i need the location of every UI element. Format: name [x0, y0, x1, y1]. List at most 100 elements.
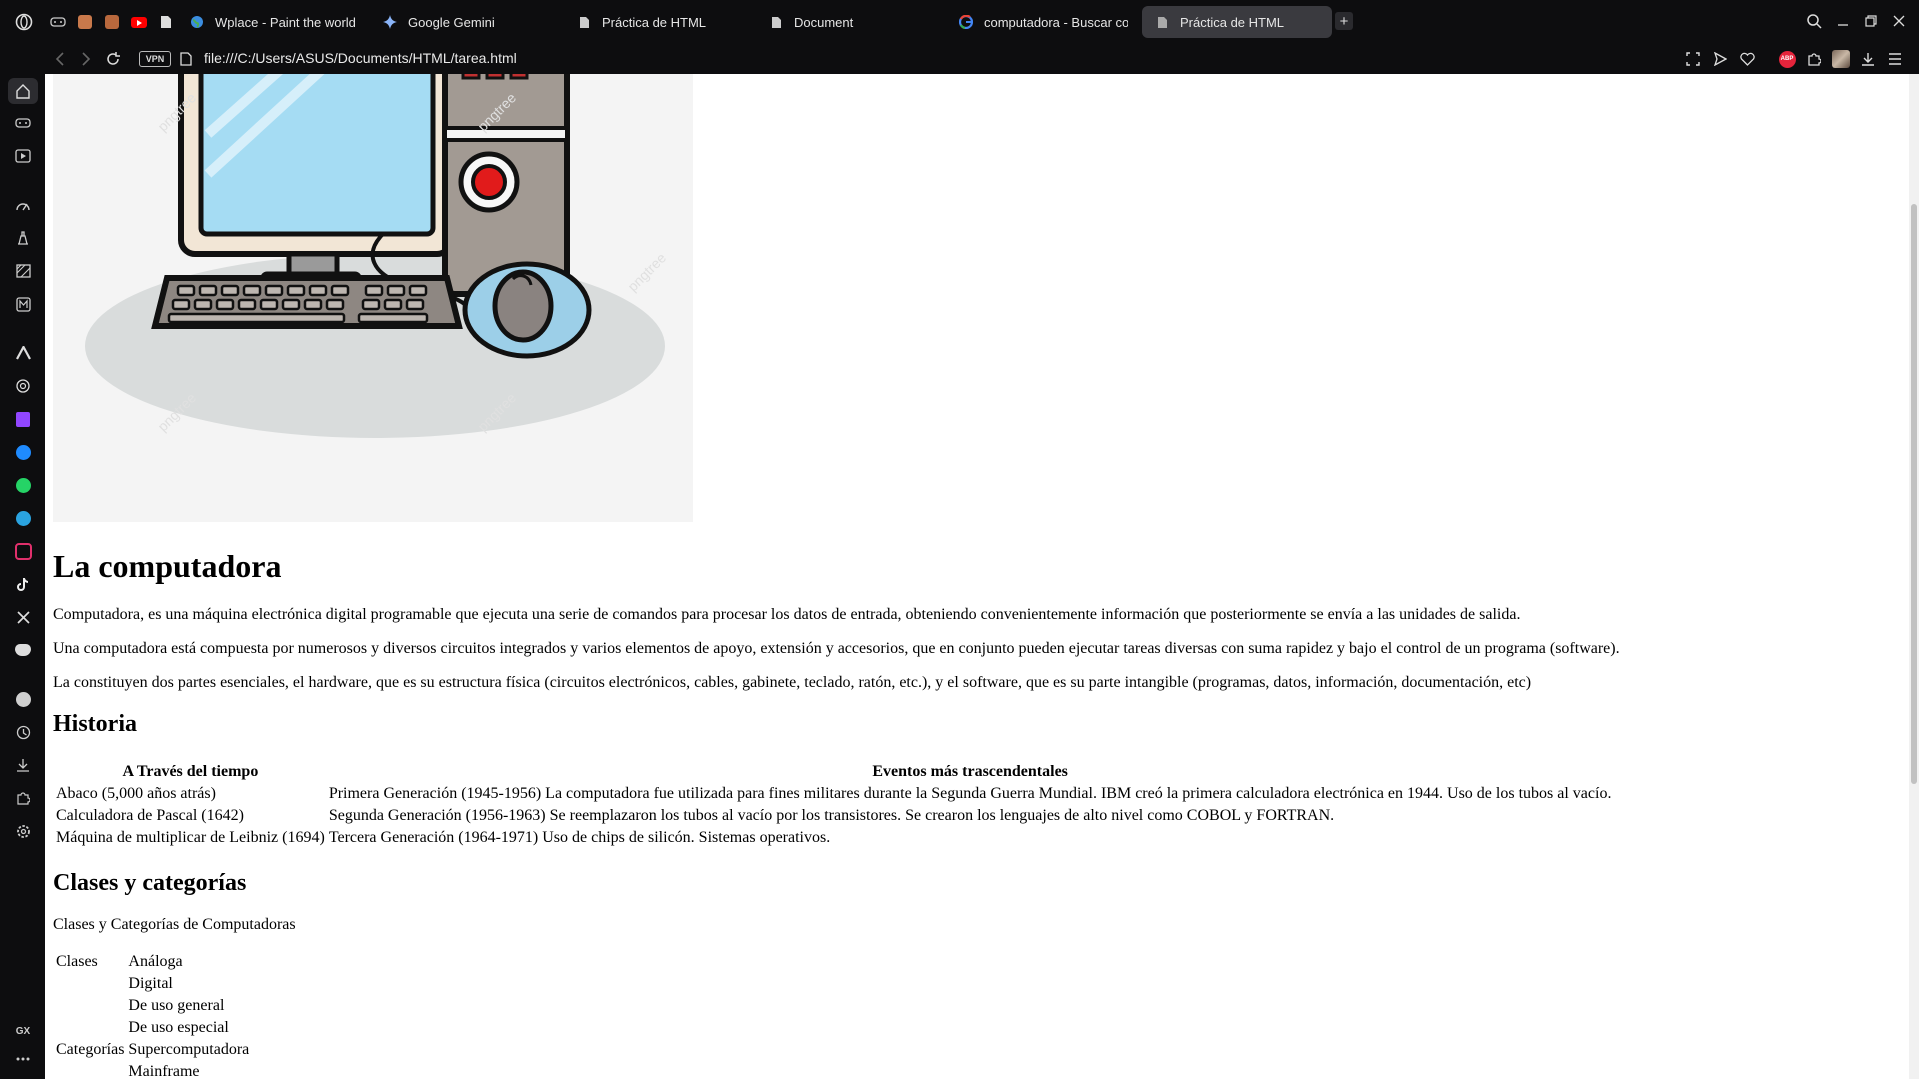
profile-avatar[interactable]	[1831, 49, 1851, 69]
send-icon[interactable]	[1710, 49, 1730, 69]
new-tab-button[interactable]: +	[1335, 12, 1353, 30]
table-cell	[55, 1062, 125, 1079]
computer-illustration-image: pngtree pngtree pngtree pngtree pngtree	[53, 74, 693, 522]
forward-button[interactable]	[76, 49, 96, 69]
table-cell: Calculadora de Pascal (1642)	[56, 807, 244, 824]
downloads-icon[interactable]	[13, 755, 33, 775]
tab-practica-html-active[interactable]: Práctica de HTML	[1142, 6, 1332, 38]
tab-bar: Wplace - Paint the world Google Gemini P…	[0, 0, 1919, 44]
table-row: Digital	[55, 974, 250, 994]
tab-label: Práctica de HTML	[602, 14, 707, 30]
chatgpt-icon[interactable]	[13, 376, 33, 396]
whatsapp-icon[interactable]	[13, 475, 33, 495]
restore-button[interactable]	[1862, 12, 1880, 30]
vpn-badge[interactable]: VPN	[139, 51, 171, 67]
aria-icon[interactable]	[13, 343, 33, 363]
pinned-site-icon[interactable]	[102, 12, 122, 32]
intro-paragraph: Una computadora está compuesta por numer…	[53, 640, 1620, 657]
history-table: A Través del tiempo Eventos más trascend…	[53, 760, 1614, 850]
table-cell	[55, 1018, 125, 1038]
minimize-button[interactable]	[1834, 12, 1852, 30]
gx-corner-label[interactable]: GX	[13, 1021, 33, 1041]
settings-gear-icon[interactable]	[13, 821, 33, 841]
extensions-icon[interactable]	[1804, 49, 1824, 69]
adblock-label: ABP	[1778, 50, 1796, 68]
pinned-site-icon[interactable]	[75, 12, 95, 32]
table-cell: Segunda Generación (1956-1963) Se reempl…	[328, 807, 1335, 824]
instagram-icon[interactable]	[13, 541, 33, 561]
file-icon	[176, 49, 196, 69]
messenger-icon[interactable]	[13, 442, 33, 462]
gamepad-icon[interactable]	[13, 113, 33, 133]
search-tabs-icon[interactable]	[1805, 12, 1823, 30]
table-row: De uso especial	[55, 1018, 250, 1038]
table-row: De uso general	[55, 996, 250, 1016]
table-cell: Categorías	[56, 1041, 125, 1058]
history-icon[interactable]	[13, 722, 33, 742]
gamepad-tab-icon[interactable]	[48, 12, 68, 32]
gemini-sparkle-icon	[382, 14, 398, 30]
globe-icon	[189, 14, 205, 30]
table-row: Máquina de multiplicar de Leibniz (1694)…	[55, 828, 1612, 848]
downloads-icon[interactable]	[1858, 49, 1878, 69]
youtube-icon[interactable]	[129, 12, 149, 32]
x-twitter-icon[interactable]	[13, 607, 33, 627]
close-window-button[interactable]	[1890, 12, 1908, 30]
tab-practica-html[interactable]: Práctica de HTML	[576, 6, 726, 38]
google-icon	[958, 14, 974, 30]
table-cell: De uso especial	[128, 1019, 229, 1036]
classes-caption: Clases y Categorías de Computadoras	[53, 916, 296, 933]
tab-document[interactable]: Document	[768, 6, 918, 38]
snapshot-icon[interactable]	[1683, 49, 1703, 69]
table-cell	[55, 974, 125, 994]
file-icon	[1154, 14, 1170, 30]
file-icon	[768, 14, 784, 30]
gx-mods-icon[interactable]	[13, 294, 33, 314]
extensions-icon[interactable]	[13, 788, 33, 808]
table-cell: Supercomputadora	[128, 1041, 250, 1058]
table-header-row: A Través del tiempo Eventos más trascend…	[55, 762, 1612, 782]
easy-setup-menu-icon[interactable]	[1885, 49, 1905, 69]
table-cell: Abaco (5,000 años atrás)	[56, 785, 216, 802]
gx-control-icon[interactable]	[13, 195, 33, 215]
more-options-icon[interactable]	[13, 1049, 33, 1069]
home-icon[interactable]	[8, 78, 38, 104]
wallpaper-icon[interactable]	[13, 261, 33, 281]
tab-google-search[interactable]: computadora - Buscar co	[958, 6, 1128, 38]
media-player-icon[interactable]	[13, 146, 33, 166]
page-scrollbar[interactable]	[1909, 74, 1919, 1079]
table-cell: De uso general	[128, 997, 225, 1014]
opera-gx-logo-icon[interactable]	[14, 12, 34, 32]
twitch-icon[interactable]	[13, 409, 33, 429]
table-cell: Mainframe	[128, 1063, 200, 1079]
table-cell: Clases	[56, 953, 98, 970]
tab-label: Wplace - Paint the world	[215, 14, 356, 30]
back-button[interactable]	[50, 49, 70, 69]
url-field[interactable]: file:///C:/Users/ASUS/Documents/HTML/tar…	[204, 50, 517, 66]
intro-paragraph: Computadora, es una máquina electrónica …	[53, 606, 1521, 623]
adblock-icon[interactable]: ABP	[1777, 49, 1797, 69]
tab-label: Práctica de HTML	[1180, 14, 1285, 30]
spotify-icon[interactable]	[13, 689, 33, 709]
tab-wplace[interactable]: Wplace - Paint the world	[189, 6, 359, 38]
table-row: Calculadora de Pascal (1642) Segunda Gen…	[55, 806, 1612, 826]
gx-cleaner-icon[interactable]	[13, 228, 33, 248]
tab-label: computadora - Buscar co	[984, 14, 1128, 30]
table-header: Eventos más trascendentales	[872, 763, 1068, 780]
tab-gemini[interactable]: Google Gemini	[382, 6, 532, 38]
table-cell: Digital	[128, 975, 173, 992]
bookmark-heart-icon[interactable]	[1737, 49, 1757, 69]
file-tab-icon[interactable]	[156, 12, 176, 32]
history-heading: Historia	[53, 711, 137, 737]
page-title: La computadora	[53, 548, 282, 584]
table-header: A Través del tiempo	[122, 763, 259, 780]
discord-icon[interactable]	[13, 640, 33, 660]
table-row: Mainframe	[55, 1062, 250, 1079]
reload-button[interactable]	[103, 49, 123, 69]
table-cell: Tercera Generación (1964-1971) Uso de ch…	[328, 829, 831, 846]
scrollbar-thumb[interactable]	[1911, 204, 1917, 784]
table-row: Categorías Supercomputadora	[55, 1040, 250, 1060]
table-cell: Primera Generación (1945-1956) La comput…	[328, 785, 1612, 802]
telegram-icon[interactable]	[13, 508, 33, 528]
tiktok-icon[interactable]	[13, 574, 33, 594]
